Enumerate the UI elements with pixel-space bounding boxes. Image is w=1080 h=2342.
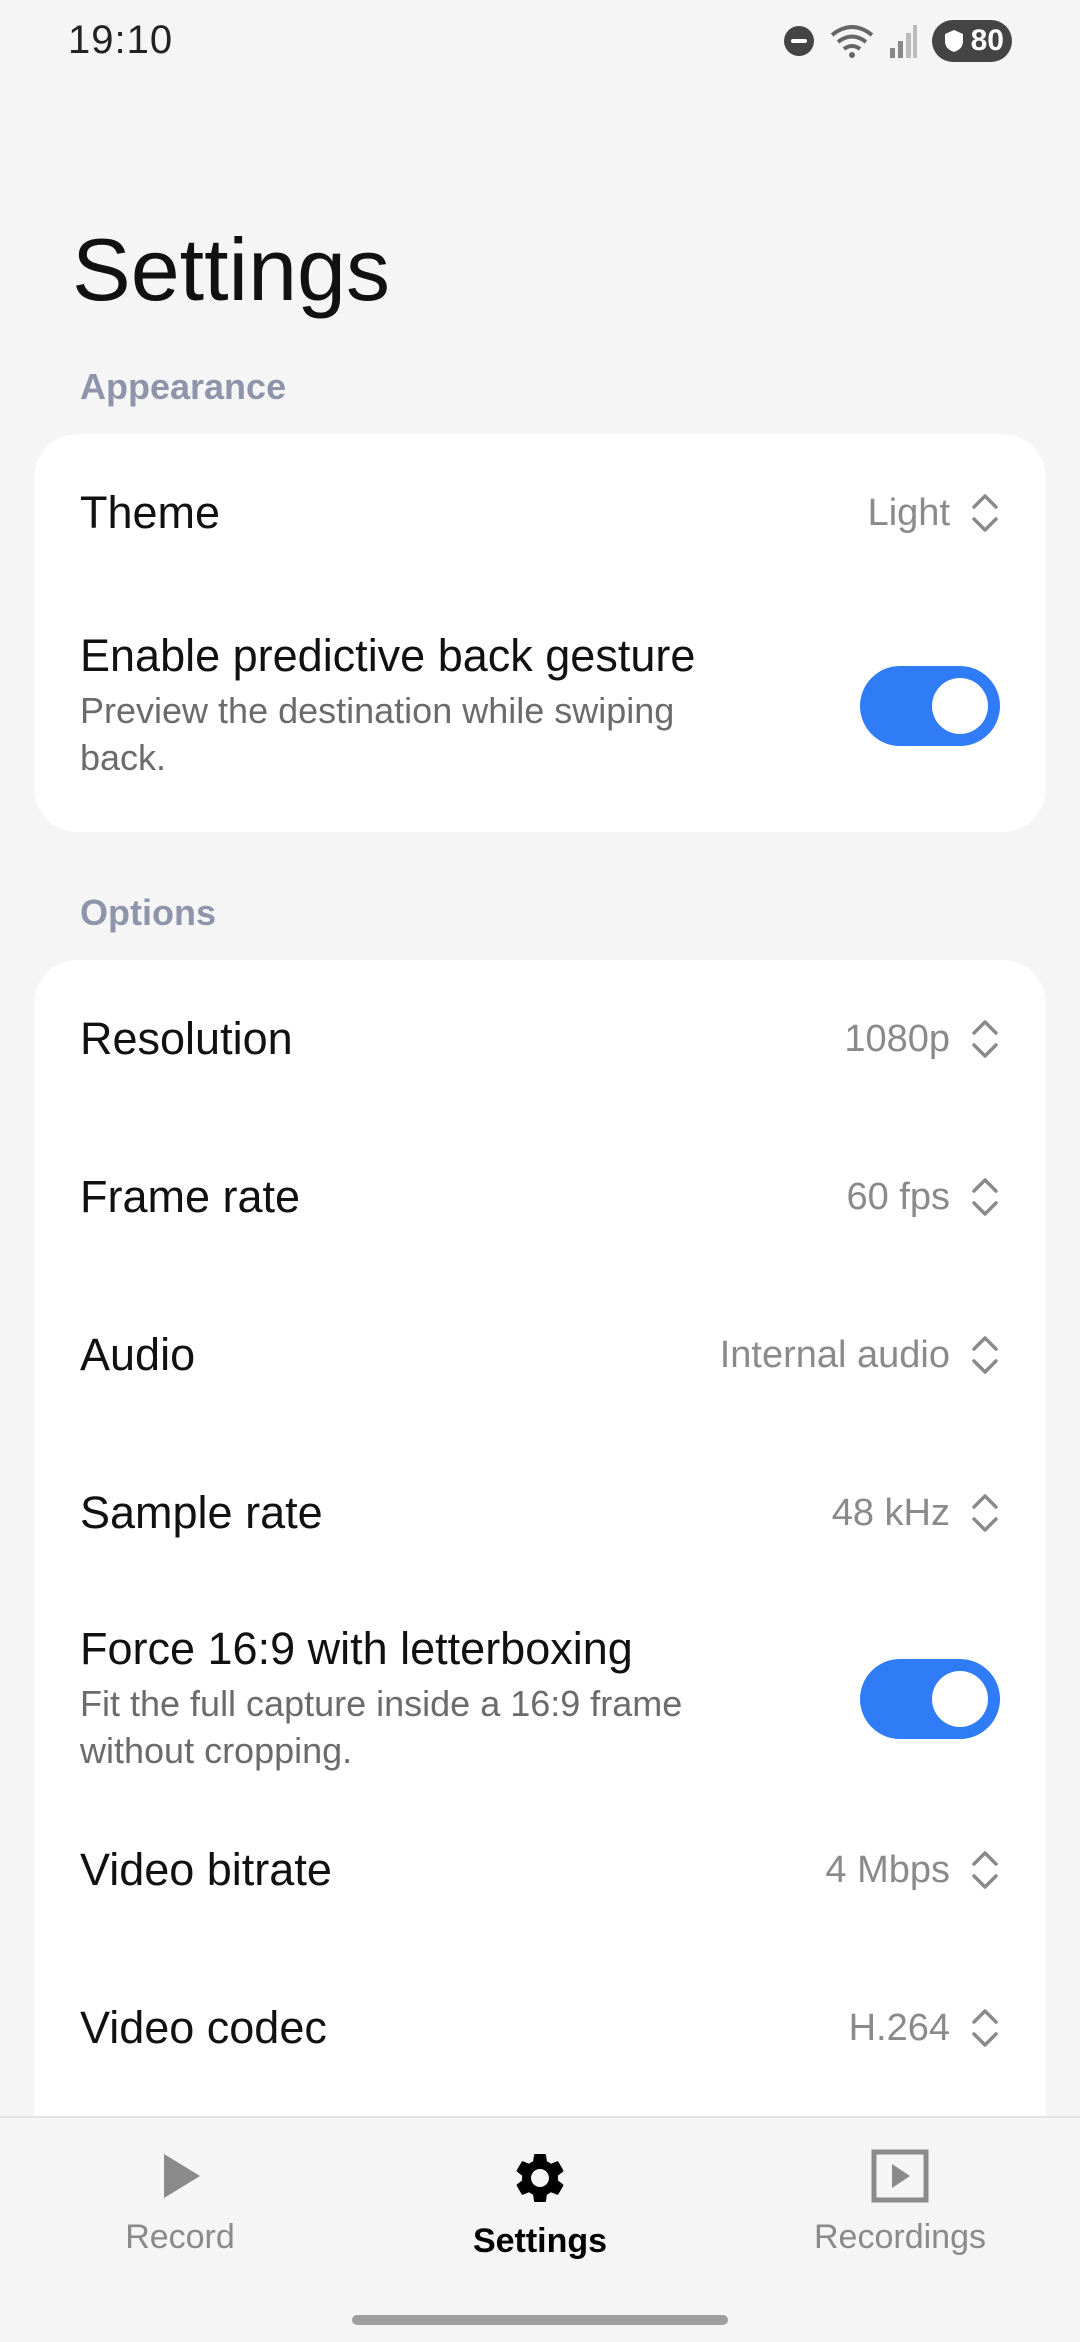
chevron-up-down-icon xyxy=(972,494,998,532)
video-codec-label: Video codec xyxy=(80,2002,327,2053)
signal-icon xyxy=(888,24,918,58)
theme-selector[interactable]: Light xyxy=(868,491,1000,535)
page-title: Settings xyxy=(72,220,390,319)
predictive-back-toggle[interactable] xyxy=(860,666,1000,746)
letterboxing-description: Fit the full capture inside a 16:9 frame… xyxy=(80,1683,683,1771)
play-icon xyxy=(164,2154,200,2198)
toggle-knob xyxy=(932,678,988,734)
nav-record-label: Record xyxy=(125,2218,235,2256)
section-label-appearance: Appearance xyxy=(80,366,287,407)
sample-rate-setting[interactable]: Sample rate 48 kHz xyxy=(34,1434,1046,1592)
options-card: Resolution 1080p Frame rate 60 fps Audio… xyxy=(34,960,1046,2160)
audio-label: Audio xyxy=(80,1329,196,1380)
sample-rate-label: Sample rate xyxy=(80,1487,323,1538)
frame-rate-setting[interactable]: Frame rate 60 fps xyxy=(34,1118,1046,1276)
frame-rate-value: 60 fps xyxy=(846,1175,950,1218)
audio-selector[interactable]: Internal audio xyxy=(720,1333,1000,1377)
predictive-back-text: Enable predictive back gesture Preview t… xyxy=(80,630,770,782)
chevron-up-down-icon xyxy=(972,2009,998,2047)
predictive-back-label: Enable predictive back gesture xyxy=(80,630,696,682)
predictive-back-description: Preview the destination while swiping ba… xyxy=(80,690,675,778)
sample-rate-value: 48 kHz xyxy=(831,1491,950,1534)
section-label-options: Options xyxy=(80,892,216,933)
audio-setting[interactable]: Audio Internal audio xyxy=(34,1276,1046,1434)
chevron-up-down-icon xyxy=(972,1851,998,1889)
video-codec-value: H.264 xyxy=(848,2006,950,2049)
letterboxing-text: Force 16:9 with letterboxing Fit the ful… xyxy=(80,1623,770,1775)
letterboxing-label: Force 16:9 with letterboxing xyxy=(80,1623,633,1675)
letterboxing-toggle[interactable] xyxy=(860,1659,1000,1739)
home-indicator[interactable] xyxy=(352,2315,728,2325)
resolution-setting[interactable]: Resolution 1080p xyxy=(34,960,1046,1118)
nav-recordings[interactable]: Recordings xyxy=(770,2148,1030,2257)
nav-recordings-label: Recordings xyxy=(814,2218,986,2256)
video-bitrate-selector[interactable]: 4 Mbps xyxy=(825,1848,1000,1892)
status-bar: 19:10 80 xyxy=(0,0,1080,90)
wifi-icon xyxy=(830,23,874,59)
video-library-icon xyxy=(871,2149,929,2203)
resolution-label: Resolution xyxy=(80,1013,293,1064)
toggle-knob xyxy=(932,1671,988,1727)
theme-label: Theme xyxy=(80,487,221,538)
video-bitrate-setting[interactable]: Video bitrate 4 Mbps xyxy=(34,1791,1046,1949)
battery-level: 80 xyxy=(970,24,1004,57)
battery-icon: 80 xyxy=(932,20,1012,62)
gear-icon xyxy=(516,2154,564,2202)
resolution-selector[interactable]: 1080p xyxy=(844,1017,1000,1061)
bottom-nav: Record Settings Recordings xyxy=(0,2116,1080,2342)
sample-rate-selector[interactable]: 48 kHz xyxy=(832,1491,1000,1535)
chevron-up-down-icon xyxy=(972,1494,998,1532)
status-time: 19:10 xyxy=(68,18,174,62)
nav-record[interactable]: Record xyxy=(50,2148,310,2257)
frame-rate-selector[interactable]: 60 fps xyxy=(846,1175,1000,1219)
chevron-up-down-icon xyxy=(972,1178,998,1216)
predictive-back-setting[interactable]: Enable predictive back gesture Preview t… xyxy=(34,616,1046,796)
letterboxing-setting[interactable]: Force 16:9 with letterboxing Fit the ful… xyxy=(34,1606,1046,1792)
chevron-up-down-icon xyxy=(972,1020,998,1058)
appearance-card: Theme Light Enable predictive back gestu… xyxy=(34,434,1046,832)
theme-value: Light xyxy=(867,491,950,534)
video-codec-selector[interactable]: H.264 xyxy=(849,2006,1000,2050)
dnd-icon xyxy=(782,24,816,58)
video-codec-setting[interactable]: Video codec H.264 xyxy=(34,1949,1046,2107)
resolution-value: 1080p xyxy=(844,1017,950,1060)
shield-icon xyxy=(945,30,963,52)
nav-settings[interactable]: Settings xyxy=(410,2148,670,2261)
theme-setting[interactable]: Theme Light xyxy=(34,434,1046,592)
frame-rate-label: Frame rate xyxy=(80,1171,301,1222)
chevron-up-down-icon xyxy=(972,1336,998,1374)
video-bitrate-label: Video bitrate xyxy=(80,1844,332,1895)
status-icons: 80 xyxy=(782,20,1012,62)
video-bitrate-value: 4 Mbps xyxy=(825,1848,950,1891)
nav-settings-label: Settings xyxy=(472,2222,608,2260)
audio-value: Internal audio xyxy=(719,1333,950,1376)
